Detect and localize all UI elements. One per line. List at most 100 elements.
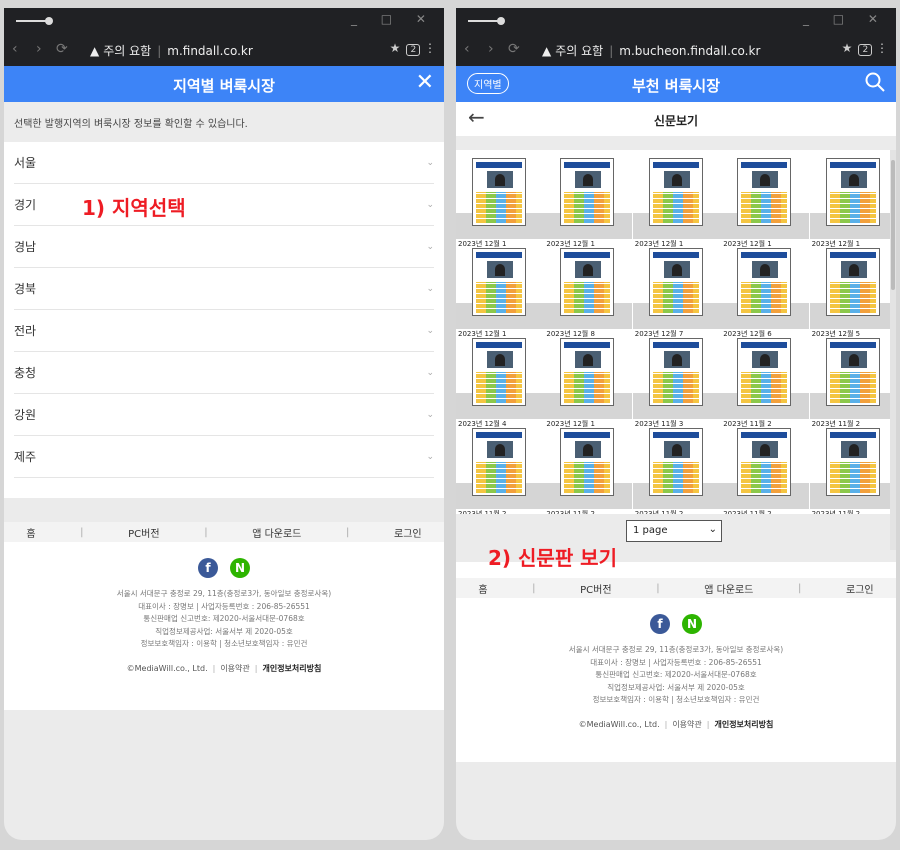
extensions-icon[interactable]: ★ — [390, 41, 401, 55]
copyright: ©MediaWill.co., Ltd. — [126, 663, 208, 673]
newspaper-cover-image — [825, 248, 880, 316]
newspaper-thumbnail[interactable]: 2023년 11월 2 — [809, 338, 890, 428]
region-label: 경기 — [14, 198, 37, 212]
region-item[interactable]: 서울 ⌄ — [14, 142, 434, 184]
region-item[interactable]: 전라 ⌄ — [14, 310, 434, 352]
chevron-down-icon: ⌄ — [426, 367, 434, 378]
region-item[interactable]: 경기 ⌄ — [14, 184, 434, 226]
newspaper-cover-image — [648, 338, 703, 406]
thumbnail-date: 2023년 12월 6 — [723, 330, 772, 338]
newspaper-thumbnail[interactable]: 2023년 12월 1 — [632, 158, 721, 248]
facebook-icon[interactable]: f — [650, 614, 670, 634]
address-bar[interactable]: ‹ › ⟳ ▲ 주의 요함 | m.bucheon.findall.co.kr ★ 2 … — [456, 36, 896, 64]
newspaper-thumbnail[interactable]: 2023년 12월 1 — [721, 158, 810, 248]
newspaper-cover-image — [825, 338, 880, 406]
window-controls[interactable]: _ □ ✕ — [351, 12, 436, 26]
chevron-down-icon: ⌄ — [426, 199, 434, 210]
footer-login-link[interactable]: 로그인 — [394, 525, 422, 540]
page-title: 지역별 벼룩시장 — [173, 77, 275, 95]
newspaper-thumbnail[interactable]: 2023년 12월 1 — [456, 158, 544, 248]
footer-home-link[interactable]: 홈 — [478, 581, 487, 596]
naver-icon[interactable]: N — [682, 614, 702, 634]
privacy-link[interactable]: 개인정보처리방침 — [262, 664, 321, 673]
url-text[interactable]: m.bucheon.findall.co.kr — [619, 44, 760, 58]
newspaper-thumbnail[interactable]: 2023년 11월 2 — [456, 428, 544, 514]
url-text[interactable]: m.findall.co.kr — [167, 44, 253, 58]
browser-chrome: _ □ ✕ ‹ › ⟳ ▲ 주의 요함 | m.findall.co.kr ★ 2 ⋮ — [4, 8, 444, 66]
newspaper-thumbnail[interactable]: 2023년 12월 6 — [721, 248, 810, 338]
newspaper-thumbnail[interactable]: 2023년 11월 2 — [544, 428, 633, 514]
newspaper-thumbnail[interactable]: 2023년 12월 7 — [632, 248, 721, 338]
region-item[interactable]: 경북 ⌄ — [14, 268, 434, 310]
footer-nav: 홈 | PC버전 | 앱 다운로드 | 로그인 — [4, 522, 444, 542]
officer-text: 정보보호책임자 : 이용학 | 청소년보호책임자 : 유민건 — [592, 695, 760, 704]
scrollbar[interactable] — [890, 150, 896, 550]
newspaper-thumbnail[interactable]: 2023년 12월 5 — [809, 248, 890, 338]
terms-link[interactable]: 이용약관 — [672, 720, 701, 729]
newspaper-thumbnail[interactable]: 2023년 11월 2 — [809, 428, 890, 514]
terms-link[interactable]: 이용약관 — [220, 664, 249, 673]
newspaper-thumbnail[interactable]: 2023년 12월 1 — [809, 158, 890, 248]
window-handle-icon[interactable] — [468, 17, 505, 25]
window-controls[interactable]: _ □ ✕ — [803, 12, 888, 26]
menu-icon[interactable]: ⋮ — [424, 41, 436, 55]
newspaper-grid: 2023년 12월 1 2023년 12월 1 2023년 12월 1 2023년 1… — [456, 150, 890, 514]
region-label: 서울 — [14, 156, 37, 170]
thumbnail-date: 2023년 11월 3 — [634, 420, 684, 428]
region-item[interactable]: 경남 ⌄ — [14, 226, 434, 268]
newspaper-cover-image — [560, 338, 615, 406]
window-handle-icon[interactable] — [16, 17, 53, 25]
newspaper-thumbnail[interactable]: 2023년 12월 8 — [544, 248, 633, 338]
region-item[interactable]: 강원 ⌄ — [14, 394, 434, 436]
newspaper-thumbnail[interactable]: 2023년 12월 1 — [456, 248, 544, 338]
privacy-link[interactable]: 개인정보처리방침 — [714, 720, 773, 729]
naver-icon[interactable]: N — [230, 558, 250, 578]
copyright: ©MediaWill.co., Ltd. — [578, 719, 660, 729]
newspaper-thumbnail[interactable]: 2023년 11월 2 — [632, 428, 721, 514]
newspaper-cover-image — [472, 158, 526, 226]
page-select-value: 1 page — [633, 525, 668, 536]
forward-icon[interactable]: › — [488, 41, 494, 57]
newspaper-cover-image — [648, 428, 703, 496]
newspaper-thumbnail[interactable]: 2023년 12월 1 — [544, 158, 633, 248]
newspaper-cover-image — [737, 338, 792, 406]
footer-pc-link[interactable]: PC버전 — [580, 581, 611, 596]
subheader-title: 신문보기 — [653, 114, 699, 128]
page-select[interactable]: 1 page ⌄ — [626, 520, 722, 542]
footer-app-link[interactable]: 앱 다운로드 — [704, 581, 753, 596]
region-item[interactable]: 제주 ⌄ — [14, 436, 434, 478]
back-arrow-icon[interactable]: ← — [468, 105, 485, 129]
facebook-icon[interactable]: f — [198, 558, 218, 578]
newspaper-thumbnail[interactable]: 2023년 11월 2 — [721, 428, 810, 514]
browser-window-left: _ □ ✕ ‹ › ⟳ ▲ 주의 요함 | m.findall.co.kr ★ 2 ⋮ … — [4, 8, 444, 840]
thumbnail-date: 2023년 12월 8 — [546, 330, 595, 338]
newspaper-thumbnail[interactable]: 2023년 12월 4 — [456, 338, 544, 428]
reload-icon[interactable]: ⟳ — [56, 41, 68, 57]
footer-home-link[interactable]: 홈 — [26, 525, 35, 540]
footer-app-link[interactable]: 앱 다운로드 — [252, 525, 301, 540]
newspaper-thumbnail[interactable]: 2023년 11월 2 — [721, 338, 810, 428]
forward-icon[interactable]: › — [36, 41, 42, 57]
newspaper-thumbnail[interactable]: 2023년 12월 1 — [544, 338, 633, 428]
thumbnail-date: 2023년 12월 1 — [546, 240, 595, 248]
chevron-down-icon: ⌄ — [426, 409, 434, 420]
chevron-down-icon: ⌄ — [426, 325, 434, 336]
menu-icon[interactable]: ⋮ — [876, 41, 888, 55]
newspaper-thumbnail[interactable]: 2023년 11월 3 — [632, 338, 721, 428]
address-bar[interactable]: ‹ › ⟳ ▲ 주의 요함 | m.findall.co.kr ★ 2 ⋮ — [4, 36, 444, 64]
search-icon[interactable] — [864, 71, 886, 93]
tab-count-button[interactable]: 2 — [406, 44, 421, 56]
region-item[interactable]: 충청 ⌄ — [14, 352, 434, 394]
thumbnail-date: 2023년 12월 7 — [634, 330, 684, 338]
footer-login-link[interactable]: 로그인 — [846, 581, 874, 596]
back-icon[interactable]: ‹ — [464, 41, 470, 57]
address-text: 서울시 서대문구 충정로 29, 11층(충정로3가, 동아일보 충정로사옥) — [568, 645, 784, 654]
title-bar: _ □ ✕ — [4, 8, 444, 34]
extensions-icon[interactable]: ★ — [842, 41, 853, 55]
footer-pc-link[interactable]: PC버전 — [128, 525, 159, 540]
footer: 홈 | PC버전 | 앱 다운로드 | 로그인 f N 서울시 서대문구 충정로 29… — [4, 522, 444, 710]
close-icon[interactable]: ✕ — [416, 70, 434, 95]
tab-count-button[interactable]: 2 — [858, 44, 873, 56]
reload-icon[interactable]: ⟳ — [508, 41, 520, 57]
back-icon[interactable]: ‹ — [12, 41, 18, 57]
